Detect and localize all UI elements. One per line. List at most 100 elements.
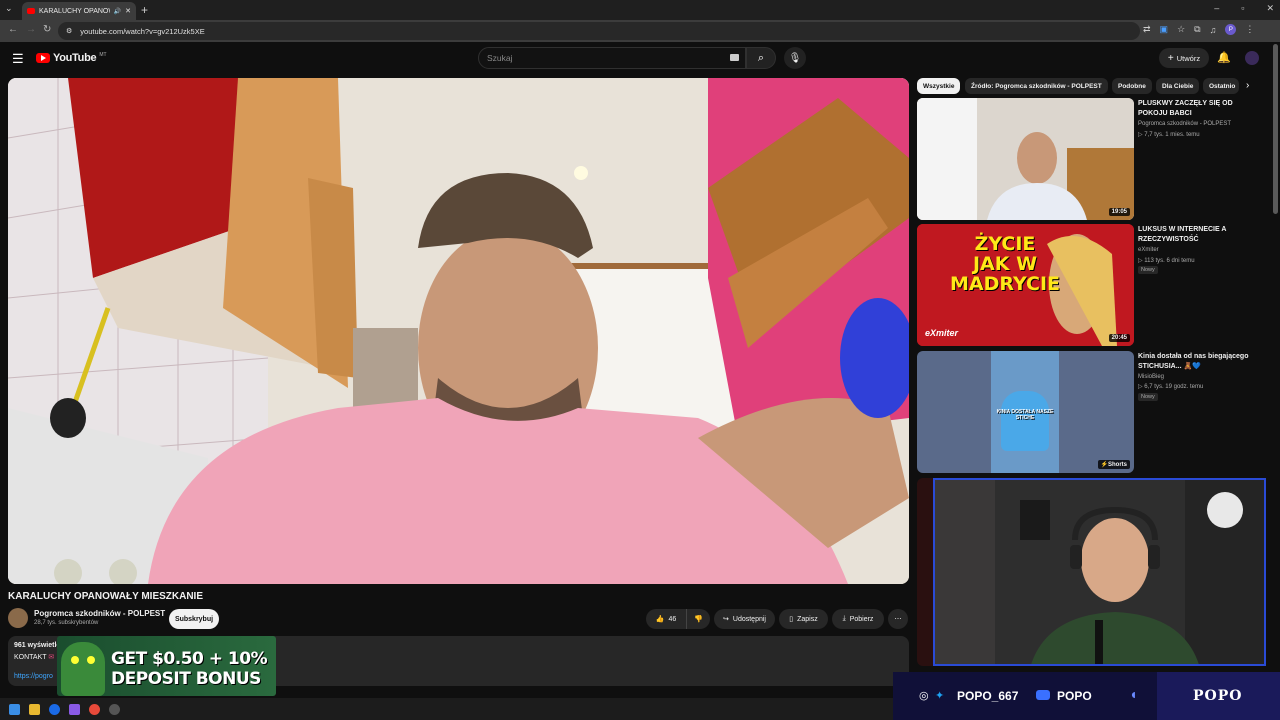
chip-all[interactable]: Wszystkie bbox=[917, 78, 961, 94]
browser-tab-active[interactable]: KARALUCHY OPANOWAŁY 🔊 ✕ bbox=[22, 2, 136, 20]
page-scrollbar[interactable] bbox=[1273, 44, 1278, 214]
browser-toolbar: ← → ↻ ⚙ youtube.com/watch?v=gv212Uzk5XE … bbox=[0, 20, 1280, 42]
new-badge: Nowy bbox=[1138, 266, 1158, 274]
close-window-icon[interactable]: ✕ bbox=[1266, 3, 1274, 14]
profile-avatar[interactable]: P bbox=[1225, 24, 1237, 35]
subscribe-button[interactable]: Subskrybuj bbox=[169, 609, 219, 629]
bookmark-star-icon[interactable]: ☆ bbox=[1177, 24, 1185, 35]
cast-icon[interactable]: ▣ bbox=[1160, 24, 1169, 35]
video-frame bbox=[8, 78, 909, 584]
youtube-logo[interactable]: YouTube MT bbox=[36, 52, 107, 64]
edge-browser-icon[interactable] bbox=[49, 703, 60, 715]
related-video-title[interactable]: Kinia dostała od nas biegającego STICHUS… bbox=[1138, 352, 1258, 372]
account-avatar[interactable] bbox=[1245, 51, 1259, 65]
address-bar[interactable]: ⚙ youtube.com/watch?v=gv212Uzk5XE bbox=[58, 22, 1140, 40]
related-video-meta-text: 7,7 tys. 1 mies. temu bbox=[1144, 132, 1200, 138]
download-icon: ⤓ bbox=[842, 615, 846, 622]
related-video-channel[interactable]: MisioBieg bbox=[1138, 374, 1164, 380]
youtube-favicon-icon bbox=[27, 8, 35, 14]
forward-icon[interactable]: → bbox=[26, 24, 36, 35]
create-button[interactable]: + Utwórz bbox=[1159, 48, 1209, 68]
voice-search-button[interactable]: 🎙 bbox=[784, 47, 806, 69]
chip-for-you[interactable]: Dla Ciebie bbox=[1156, 78, 1200, 94]
shorts-frame: KINIA DOSTAŁA NASZE STICHE bbox=[991, 351, 1059, 473]
related-video-thumbnail[interactable]: 19:05 bbox=[917, 98, 1134, 220]
app-icon[interactable] bbox=[109, 703, 120, 715]
shorts-icon: ⚡ bbox=[1100, 462, 1108, 468]
related-video-channel[interactable]: Pogromca szkodników - POLPEST bbox=[1138, 121, 1231, 127]
youtube-wordmark: YouTube bbox=[53, 52, 97, 64]
related-video-meta-text: 113 tys. 6 dni temu bbox=[1144, 258, 1195, 264]
related-video-thumbnail[interactable]: KINIA DOSTAŁA NASZE STICHE ⚡Shorts bbox=[917, 351, 1134, 473]
translate-icon[interactable]: ⇄ bbox=[1143, 24, 1151, 35]
related-video-channel[interactable]: eXmiter bbox=[1138, 247, 1159, 253]
thumbs-up-icon: 👍 bbox=[655, 616, 665, 623]
reload-icon[interactable]: ↻ bbox=[43, 24, 51, 35]
menu-dots-icon[interactable]: ⋮ bbox=[1245, 24, 1254, 35]
description-link[interactable]: https://pogro bbox=[14, 673, 53, 680]
minimize-icon[interactable]: – bbox=[1214, 3, 1219, 14]
youtube-icon bbox=[1036, 690, 1050, 700]
download-label: Pobierz bbox=[849, 615, 874, 623]
related-video-meta: ▷ 113 tys. 6 dni temu bbox=[1138, 257, 1195, 264]
chrome-icon[interactable] bbox=[89, 703, 100, 715]
extensions-bar: ⇄ ▣ ☆ ⧉ ♫ P ⋮ bbox=[1143, 24, 1254, 35]
media-icon[interactable]: ♫ bbox=[1210, 25, 1217, 35]
related-video-thumbnail[interactable]: ŻYCIE JAK W MADRYCIE eXmiter 20:45 bbox=[917, 224, 1134, 346]
like-count: 46 bbox=[668, 615, 677, 623]
messenger-icon[interactable] bbox=[69, 703, 80, 715]
stream-social-bar: ◎ ✦ POPO_667 POPO ◖ POPO bbox=[893, 672, 1280, 720]
youtube-header: ☰ YouTube MT Szukaj ⌕ 🎙 + Utwórz 🔔 bbox=[0, 42, 1280, 76]
ad-subheadline: DEPOSIT BONUS bbox=[111, 669, 261, 689]
keyboard-icon[interactable] bbox=[730, 54, 739, 61]
youtube-handle: POPO bbox=[1057, 689, 1092, 703]
file-explorer-icon[interactable] bbox=[29, 703, 40, 715]
search-input[interactable]: Szukaj bbox=[478, 47, 746, 69]
instagram-icon: ◎ bbox=[919, 690, 929, 702]
hamburger-menu-icon[interactable]: ☰ bbox=[12, 51, 24, 67]
download-button[interactable]: ⤓ Pobierz bbox=[832, 609, 884, 629]
related-video-meta: ▷ 7,7 tys. 1 mies. temu bbox=[1138, 131, 1200, 138]
maximize-icon[interactable]: ▫ bbox=[1241, 3, 1244, 14]
ad-headline: GET $0.50 + 10% bbox=[111, 649, 268, 669]
url-text: youtube.com/watch?v=gv212Uzk5XE bbox=[80, 26, 205, 36]
share-button[interactable]: ↪ Udostępnij bbox=[714, 609, 775, 629]
chip-related[interactable]: Podobne bbox=[1112, 78, 1152, 94]
chip-recent[interactable]: Ostatnio bbox=[1203, 78, 1239, 94]
tab-close-icon[interactable]: ✕ bbox=[125, 7, 131, 15]
share-icon: ↪ bbox=[723, 616, 729, 623]
tab-list-icon[interactable]: ⌄ bbox=[5, 3, 13, 14]
channel-name[interactable]: Pogromca szkodników - POLPEST bbox=[34, 609, 165, 618]
back-icon[interactable]: ← bbox=[8, 24, 18, 35]
ad-mascot-image bbox=[61, 642, 105, 696]
windows-start-icon[interactable] bbox=[9, 703, 20, 715]
chevron-right-icon[interactable]: › bbox=[1246, 80, 1249, 91]
tab-audio-icon: 🔊 bbox=[113, 8, 122, 15]
video-player[interactable] bbox=[8, 78, 909, 584]
thumbnail-image bbox=[917, 98, 1134, 220]
new-badge: Nowy bbox=[1138, 393, 1158, 401]
browser-tab-strip: ⌄ KARALUCHY OPANOWAŁY 🔊 ✕ + – ▫ ✕ bbox=[0, 0, 1280, 20]
site-info-icon[interactable]: ⚙ bbox=[66, 27, 72, 35]
ad-banner[interactable]: GET $0.50 + 10% DEPOSIT BONUS bbox=[57, 636, 276, 696]
search-button[interactable]: ⌕ bbox=[746, 47, 776, 69]
envelope-icon: ✉ bbox=[48, 654, 55, 661]
brand-logo-icon: ◖ bbox=[1129, 686, 1138, 702]
related-video-title[interactable]: PLUSKWY ZACZĘŁY SIĘ OD POKOJU BABCI bbox=[1138, 99, 1258, 119]
taskbar bbox=[0, 698, 893, 720]
country-code: MT bbox=[99, 52, 107, 58]
chip-source[interactable]: Źródło: Pogromca szkodników - POLPEST bbox=[965, 78, 1108, 94]
related-video-title[interactable]: LUKSUS W INTERNECIE A RZECZYWISTOŚĆ bbox=[1138, 225, 1258, 245]
like-button[interactable]: 👍 46 bbox=[646, 609, 686, 629]
more-actions-button[interactable]: ⋯ bbox=[888, 609, 908, 629]
video-duration: 19:05 bbox=[1108, 208, 1130, 216]
new-tab-icon[interactable]: + bbox=[141, 3, 148, 17]
dislike-button[interactable]: 👎 bbox=[686, 609, 710, 629]
tab-title: KARALUCHY OPANOWAŁY bbox=[39, 7, 110, 15]
notifications-bell-icon[interactable]: 🔔 bbox=[1217, 51, 1231, 64]
extensions-icon[interactable]: ⧉ bbox=[1194, 24, 1200, 35]
save-button[interactable]: ▯ Zapisz bbox=[779, 609, 828, 629]
partial-thumbnail bbox=[917, 478, 933, 666]
more-dots-icon: ⋯ bbox=[894, 616, 902, 623]
channel-avatar[interactable] bbox=[8, 608, 28, 628]
